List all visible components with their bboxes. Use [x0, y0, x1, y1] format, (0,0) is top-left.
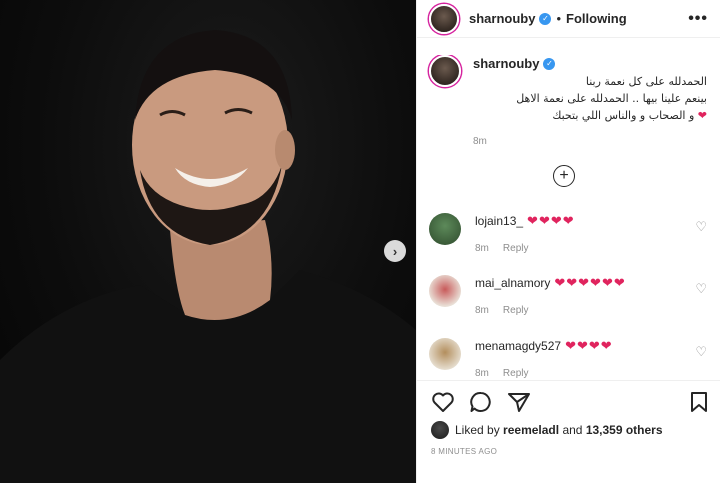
- likes-others-count[interactable]: 13,359 others: [586, 423, 663, 437]
- more-options-icon[interactable]: •••: [688, 10, 708, 28]
- action-icons-row: [417, 381, 720, 413]
- caption-time: 8m: [473, 136, 487, 147]
- load-more-comments-button[interactable]: +: [553, 165, 575, 187]
- comment-time: 8m: [475, 305, 489, 316]
- separator-dot: •: [556, 11, 562, 26]
- comment-like-heart-icon[interactable]: ♡: [695, 219, 707, 235]
- likes-summary: Liked by reemeladl and 13,359 others: [417, 413, 720, 439]
- commenter-avatar[interactable]: [429, 275, 461, 307]
- comment-text: menamagdy527 ❤❤❤❤: [475, 338, 709, 354]
- comment-meta: 8m Reply: [475, 243, 709, 254]
- caption-line-3-text: و الصحاب و والناس اللي بتحبك: [552, 109, 695, 122]
- comment-bubble-icon[interactable]: [469, 391, 493, 413]
- comment-item: menamagdy527 ❤❤❤❤ 8m Reply ♡: [429, 338, 709, 379]
- carousel-next-button[interactable]: ›: [384, 240, 406, 262]
- caption-avatar[interactable]: [429, 55, 461, 87]
- comments-section: sharnouby ✓ الحمدلله على كل نعمة ربنا بي…: [417, 55, 720, 380]
- liker-avatar[interactable]: [431, 421, 449, 439]
- comment-body: lojain13_ ❤❤❤❤ 8m Reply: [475, 213, 709, 254]
- portrait-illustration: [0, 30, 416, 483]
- caption-line-1: الحمدلله على كل نعمة ربنا: [585, 75, 707, 88]
- bookmark-icon[interactable]: [689, 391, 709, 413]
- caption-line-2: بينعم علينا بيها .. الحمدلله على نعمة ال…: [516, 92, 707, 105]
- post-header: sharnouby ✓ • Following •••: [417, 0, 720, 38]
- post-details-panel: sharnouby ✓ • Following ••• sharnouby ✓ …: [416, 0, 720, 483]
- reply-button[interactable]: Reply: [503, 368, 529, 379]
- caption-line-3: ❤ و الصحاب و والناس اللي بتحبك: [473, 107, 707, 124]
- commenter-username[interactable]: menamagdy527: [475, 339, 561, 353]
- comment-body: menamagdy527 ❤❤❤❤ 8m Reply: [475, 338, 709, 379]
- comment-hearts: ❤❤❤❤❤❤: [554, 275, 626, 290]
- caption-text: الحمدلله على كل نعمة ربنا بينعم علينا بي…: [473, 73, 707, 124]
- commenter-username[interactable]: mai_alnamory: [475, 276, 550, 290]
- following-button[interactable]: Following: [566, 11, 627, 26]
- post-timestamp: 8 MINUTES AGO: [431, 447, 498, 456]
- comment-item: lojain13_ ❤❤❤❤ 8m Reply ♡: [429, 213, 709, 254]
- comment-meta: 8m Reply: [475, 305, 709, 316]
- post-actions: Liked by reemeladl and 13,359 others 8 M…: [417, 380, 720, 483]
- share-send-icon[interactable]: [507, 391, 531, 413]
- commenter-avatar[interactable]: [429, 213, 461, 245]
- caption-body: sharnouby ✓ الحمدلله على كل نعمة ربنا بي…: [473, 55, 707, 147]
- author-avatar[interactable]: [429, 3, 459, 34]
- comment-time: 8m: [475, 368, 489, 379]
- commenter-username[interactable]: lojain13_: [475, 214, 523, 228]
- verified-badge-icon: ✓: [539, 12, 552, 25]
- reply-button[interactable]: Reply: [503, 305, 529, 316]
- comment-time: 8m: [475, 243, 489, 254]
- comment-like-heart-icon[interactable]: ♡: [695, 344, 707, 360]
- liker-username[interactable]: reemeladl: [503, 423, 559, 437]
- comment-body: mai_alnamory ❤❤❤❤❤❤ 8m Reply: [475, 275, 709, 316]
- liked-by-label: Liked by: [455, 423, 500, 437]
- post-photo[interactable]: ›: [0, 0, 416, 483]
- comment-meta: 8m Reply: [475, 368, 709, 379]
- comment-hearts: ❤❤❤❤: [565, 338, 613, 353]
- author-username[interactable]: sharnouby: [469, 11, 535, 26]
- comment-item: mai_alnamory ❤❤❤❤❤❤ 8m Reply ♡: [429, 275, 709, 316]
- comment-like-heart-icon[interactable]: ♡: [695, 281, 707, 297]
- comment-hearts: ❤❤❤❤: [527, 213, 575, 228]
- caption-username[interactable]: sharnouby: [473, 56, 539, 71]
- caption-user: sharnouby ✓: [473, 56, 556, 71]
- comment-text: lojain13_ ❤❤❤❤: [475, 213, 709, 229]
- commenter-avatar[interactable]: [429, 338, 461, 370]
- post-caption: sharnouby ✓ الحمدلله على كل نعمة ربنا بي…: [417, 55, 720, 147]
- reply-button[interactable]: Reply: [503, 243, 529, 254]
- comment-text: mai_alnamory ❤❤❤❤❤❤: [475, 275, 709, 291]
- heart-emoji-icon: ❤: [697, 109, 707, 122]
- likes-connector: and: [562, 423, 583, 437]
- verified-badge-icon: ✓: [543, 57, 556, 70]
- like-heart-icon[interactable]: [431, 391, 455, 413]
